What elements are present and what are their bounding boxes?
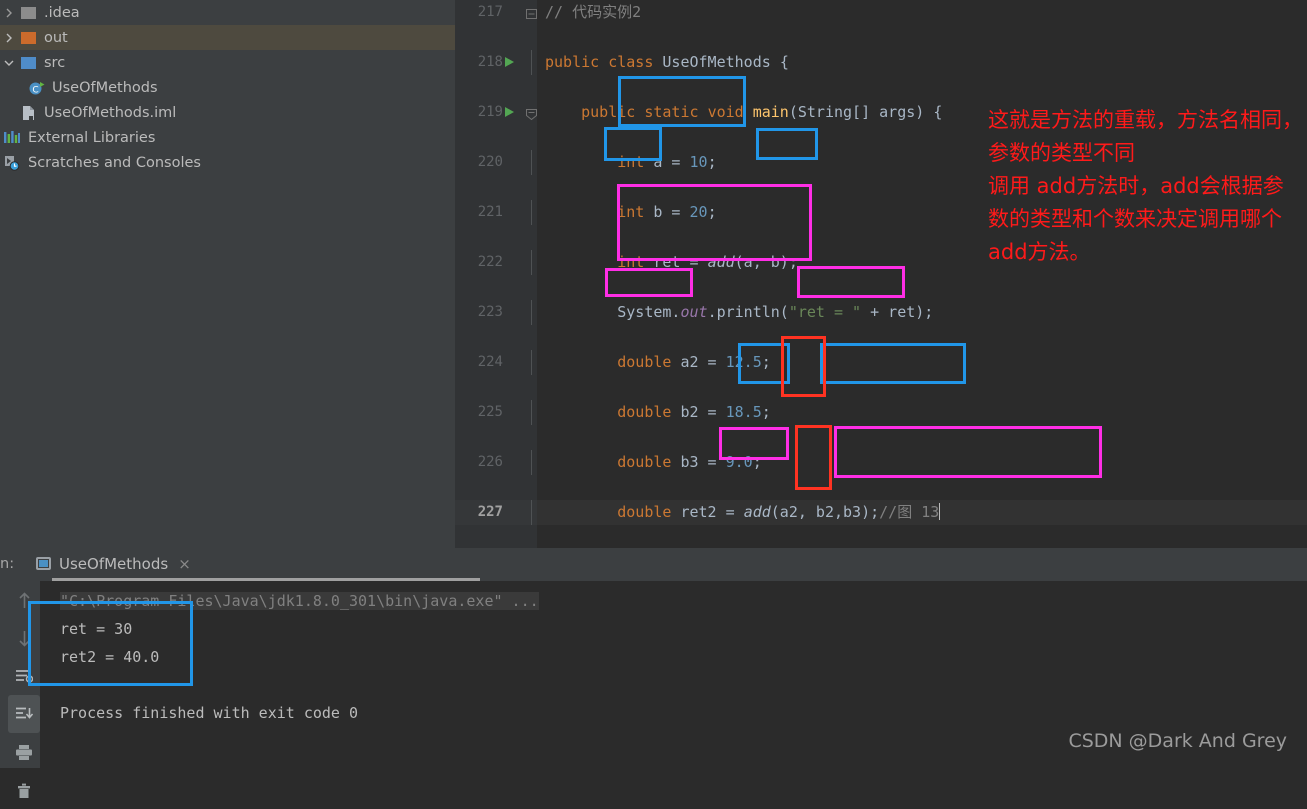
csdn-watermark: CSDN @Dark And Grey <box>1068 730 1287 752</box>
run-tab-useofmethods[interactable]: UseOfMethods × <box>28 548 199 579</box>
code-lines[interactable]: 217 // 代码实例2 218 public class UseOfMetho… <box>455 0 1307 548</box>
tree-item-external-libraries[interactable]: External Libraries <box>0 125 455 150</box>
tree-item-useofmethods-class[interactable]: C UseOfMethods <box>0 75 455 100</box>
console-line: ret2 = 40.0 <box>60 648 160 666</box>
close-icon[interactable]: × <box>178 555 191 573</box>
line-number: 226 <box>477 454 503 470</box>
line-number: 222 <box>477 254 503 270</box>
run-tab-title: UseOfMethods <box>59 554 169 573</box>
tree-item-scratches-consoles[interactable]: Scratches and Consoles <box>0 150 455 175</box>
line-number: 220 <box>477 154 503 170</box>
folder-icon <box>18 55 38 71</box>
code-text: int ret = add(a, b); <box>617 253 798 271</box>
tree-item-idea[interactable]: .idea <box>0 0 455 25</box>
run-panel-label: n: <box>0 556 15 572</box>
code-text: System.out.println("ret = " + ret); <box>617 303 934 321</box>
code-line: 223 System.out.println("ret = " + ret); <box>455 300 1307 325</box>
chevron-down-icon[interactable] <box>0 59 18 67</box>
run-tab-bar[interactable]: n: UseOfMethods × <box>0 548 1307 581</box>
project-tree-panel[interactable]: .idea out src C UseOfMethods UseOfMethod… <box>0 0 455 548</box>
scratches-icon <box>2 155 22 171</box>
tree-item-label: External Libraries <box>28 129 156 146</box>
tree-item-out[interactable]: out <box>0 25 455 50</box>
print-icon[interactable] <box>8 733 40 771</box>
tree-item-label: out <box>44 29 68 46</box>
code-text: int b = 20; <box>617 203 717 221</box>
tree-item-label: Scratches and Consoles <box>28 154 201 171</box>
code-text: double a2 = 12.5; <box>617 353 771 371</box>
code-line-current: 227 double ret2 = add(a2, b2,b3);//图 13 <box>455 500 1307 525</box>
console-line: Process finished with exit code 0 <box>60 704 359 722</box>
blue-box-console-results <box>28 601 193 686</box>
line-number: 218 <box>477 54 503 70</box>
fold-collapse-icon[interactable] <box>526 105 537 121</box>
trash-icon[interactable] <box>8 771 40 809</box>
line-number: 223 <box>477 304 503 320</box>
line-number: 224 <box>477 354 503 370</box>
console-tab-icon <box>36 557 51 570</box>
fold-minus-icon[interactable] <box>526 5 537 20</box>
console-line: ret = 30 <box>60 620 133 638</box>
tree-item-label: src <box>44 54 66 71</box>
code-line: 224 double a2 = 12.5; <box>455 350 1307 375</box>
code-text: double ret2 = add(a2, b2,b3);//图 13 <box>617 503 941 521</box>
iml-file-icon <box>18 105 38 121</box>
tree-item-label: .idea <box>44 4 80 21</box>
code-text: double b2 = 18.5; <box>617 403 771 421</box>
tree-item-src[interactable]: src <box>0 50 455 75</box>
code-text: double b3 = 9.0; <box>617 453 762 471</box>
folder-icon <box>18 30 38 46</box>
line-number: 227 <box>477 504 503 520</box>
folder-icon <box>18 5 38 21</box>
chevron-right-icon[interactable] <box>0 8 18 18</box>
libraries-icon <box>2 130 22 146</box>
code-line: 225 double b2 = 18.5; <box>455 400 1307 425</box>
scroll-to-end-icon[interactable] <box>8 695 40 733</box>
java-class-icon: C <box>26 80 46 96</box>
code-text: public class UseOfMethods { <box>545 53 789 71</box>
run-gutter-icon[interactable] <box>505 57 514 67</box>
code-editor[interactable]: 217 // 代码实例2 218 public class UseOfMetho… <box>455 0 1307 548</box>
code-line: 218 public class UseOfMethods { <box>455 50 1307 75</box>
chevron-right-icon[interactable] <box>0 33 18 43</box>
console-line: "C:\Program Files\Java\jdk1.8.0_301\bin\… <box>40 587 1307 615</box>
line-number: 221 <box>477 204 503 220</box>
tree-item-label: UseOfMethods <box>52 79 158 96</box>
code-text: // 代码实例2 <box>545 3 642 21</box>
line-number: 219 <box>477 104 503 120</box>
overload-annotation-note: 这就是方法的重载，方法名相同，参数的类型不同 调用 add方法时，add会根据参… <box>988 108 1303 264</box>
line-number: 217 <box>477 4 503 20</box>
run-gutter-icon[interactable] <box>505 107 514 117</box>
code-line: 226 double b3 = 9.0; <box>455 450 1307 475</box>
tree-item-useofmethods-iml[interactable]: UseOfMethods.iml <box>0 100 455 125</box>
text-caret <box>939 503 941 520</box>
tree-item-label: UseOfMethods.iml <box>44 104 177 121</box>
code-text: int a = 10; <box>617 153 717 171</box>
svg-text:C: C <box>32 85 38 95</box>
code-line: 217 // 代码实例2 <box>455 0 1307 25</box>
line-number: 225 <box>477 404 503 420</box>
code-text: public static void main(String[] args) { <box>581 103 943 121</box>
